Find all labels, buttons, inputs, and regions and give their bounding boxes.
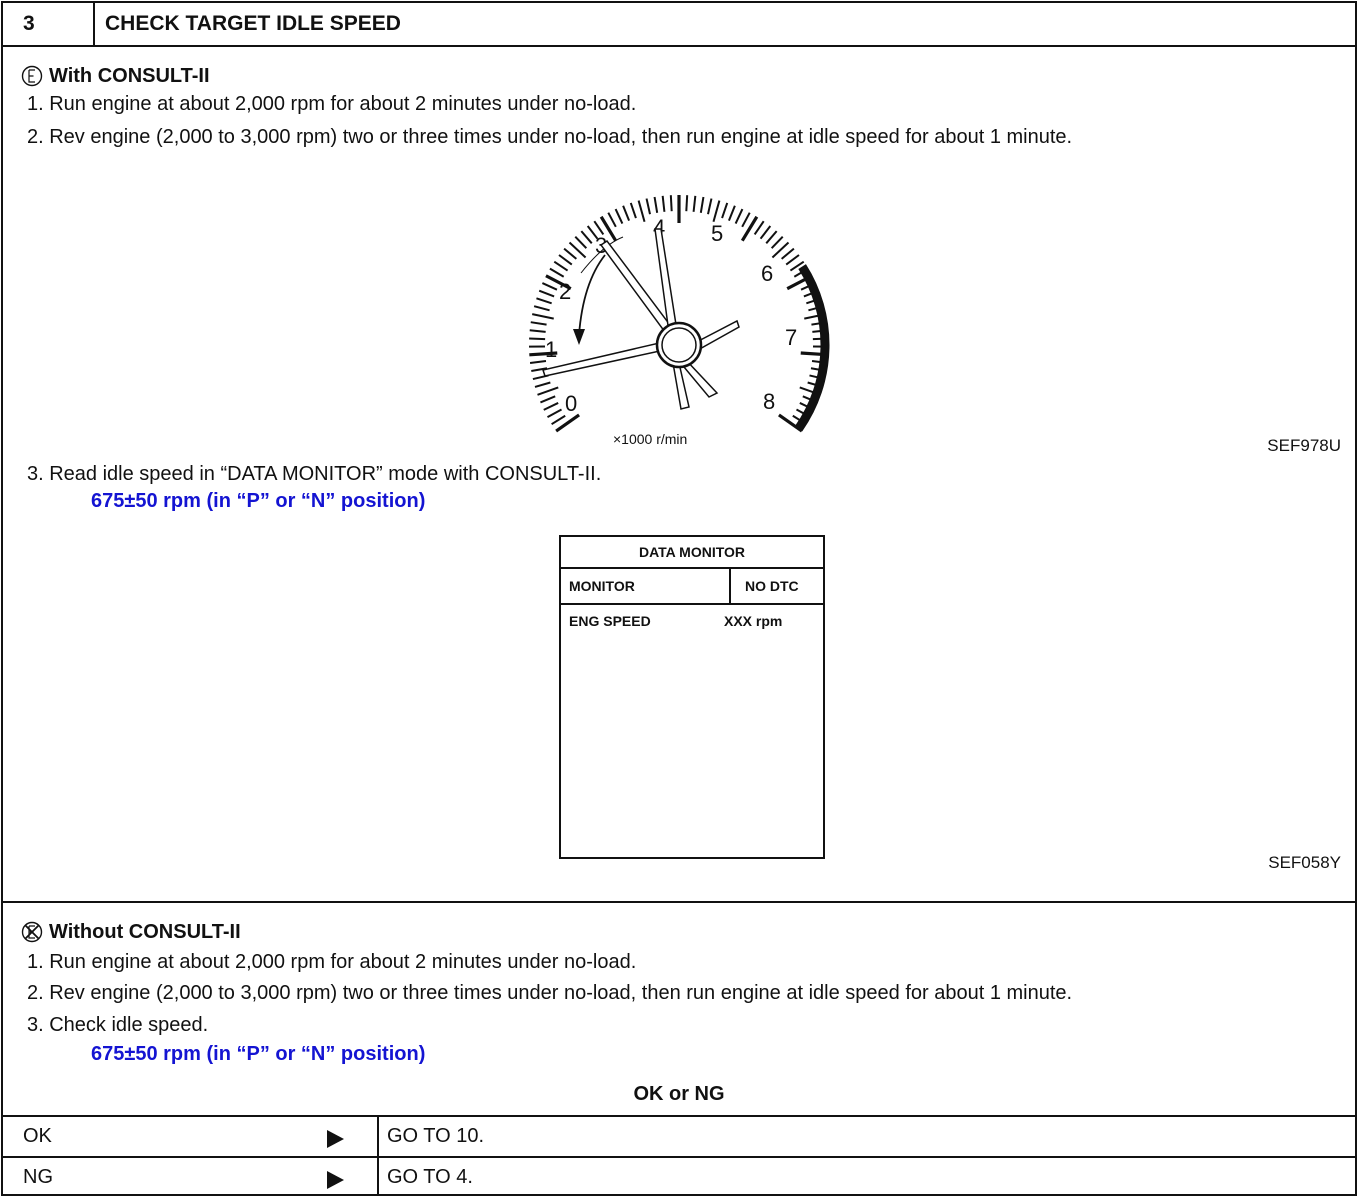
gauge-unit-label: ×1000 r/min	[613, 431, 688, 447]
gauge-tick	[536, 297, 552, 305]
data-monitor-screen: DATA MONITOR MONITOR NO DTC ENG SPEED XX…	[559, 535, 825, 859]
gauge-tick	[629, 202, 637, 219]
gauge-needle-low	[542, 340, 670, 377]
gauge-number-1: 1	[545, 337, 557, 362]
gauge-tick	[541, 282, 558, 291]
without-consult-step-1: 1. Run engine at about 2,000 rpm for abo…	[27, 951, 637, 973]
gauge-tick	[532, 313, 554, 320]
gauge-tick	[727, 205, 736, 222]
gauge-tick	[661, 195, 666, 212]
procedure-sheet: 3 CHECK TARGET IDLE SPEED With CONSULT-I…	[1, 1, 1357, 1196]
gauge-tick	[537, 386, 559, 396]
gauge-tick	[721, 202, 729, 219]
without-consult-heading: Without CONSULT-II	[49, 921, 241, 943]
data-monitor-item-value: XXX rpm	[724, 613, 783, 629]
no-consult-icon	[21, 921, 43, 943]
with-consult-step-2: 2. Rev engine (2,000 to 3,000 rpm) two o…	[27, 126, 1073, 148]
figure-code-gauge: SEF978U	[1267, 436, 1341, 455]
with-consult-heading: With CONSULT-II	[49, 65, 210, 87]
without-consult-step-3: 3. Check idle speed.	[27, 1014, 209, 1036]
without-consult-step-2: 2. Rev engine (2,000 to 3,000 rpm) two o…	[27, 982, 1073, 1004]
gauge-tick	[699, 196, 705, 213]
gauge-tick	[781, 247, 795, 260]
gauge-tick	[533, 305, 550, 312]
gauge-tick	[753, 220, 765, 235]
gauge-number-8: 8	[763, 389, 775, 414]
step-header: 3 CHECK TARGET IDLE SPEED	[3, 3, 1355, 47]
gauge-tick	[529, 360, 547, 364]
gauge-tick	[614, 208, 624, 224]
gauge-tick	[765, 230, 778, 244]
gauge-tick	[551, 414, 566, 426]
gauge-tick	[553, 260, 569, 272]
section-divider	[3, 901, 1355, 903]
with-consult-step-3: 3. Read idle speed in “DATA MONITOR” mod…	[27, 463, 602, 485]
gauge-tick	[734, 208, 744, 224]
gauge-number-2: 2	[559, 279, 571, 304]
gauge-tick	[558, 254, 573, 266]
result-row-divider-top	[3, 1115, 1355, 1117]
gauge-tick	[669, 195, 673, 212]
gauge-tick	[712, 200, 721, 222]
data-monitor-divider	[729, 569, 731, 603]
result-ng-destination: GO TO 4.	[387, 1166, 473, 1188]
gauge-number-0: 0	[565, 391, 577, 416]
gauge-tick	[540, 395, 556, 404]
without-consult-spec: 675±50 rpm (in “P” or “N” position)	[91, 1043, 426, 1065]
step-title: CHECK TARGET IDLE SPEED	[105, 12, 401, 35]
data-monitor-header-row: MONITOR NO DTC	[561, 569, 823, 605]
tachometer-illustration: 0 1 2 3 4 5 6 7 8	[528, 195, 830, 433]
gauge-sweep-arrowhead	[573, 329, 585, 345]
result-ng-arrow-icon	[327, 1171, 344, 1189]
gauge-tick	[740, 215, 759, 242]
gauge-number-5: 5	[711, 221, 723, 246]
step-number: 3	[3, 3, 95, 45]
gauge-tick	[529, 329, 546, 333]
result-ok-label: OK	[23, 1125, 52, 1147]
gauge-tick	[574, 235, 588, 249]
gauge-tick	[543, 402, 559, 411]
gauge-tick	[549, 267, 565, 278]
gauge-number-7: 7	[785, 325, 797, 350]
gauge-tick	[785, 254, 800, 266]
gauge-tick	[653, 196, 659, 213]
gauge-tick	[741, 212, 751, 228]
gauge-tick	[685, 195, 689, 212]
data-monitor-col-dtc: NO DTC	[745, 578, 799, 594]
gauge-tick	[534, 381, 551, 388]
gauge-tick	[580, 230, 593, 244]
data-monitor-col-monitor: MONITOR	[569, 578, 635, 594]
gauge-tick	[529, 337, 546, 341]
gauge-tick	[530, 321, 547, 326]
gauge-hub-inner	[661, 327, 697, 363]
result-ok-arrow-icon	[327, 1130, 344, 1148]
result-row-divider-mid	[3, 1156, 1355, 1158]
gauge-tick	[538, 289, 555, 298]
gauge-tick	[770, 235, 784, 249]
with-consult-spec: 675±50 rpm (in “P” or “N” position)	[91, 490, 426, 512]
result-ng-label: NG	[23, 1166, 53, 1188]
gauge-needle-sweep-arrow	[578, 254, 606, 336]
gauge-tick	[607, 212, 617, 228]
gauge-tick	[645, 198, 651, 215]
gauge-tick	[547, 408, 562, 419]
data-monitor-title: DATA MONITOR	[561, 537, 823, 569]
with-consult-step-1: 1. Run engine at about 2,000 rpm for abo…	[27, 93, 637, 115]
result-ok-destination: GO TO 10.	[387, 1125, 485, 1147]
figure-code-monitor: SEF058Y	[1268, 853, 1341, 872]
gauge-number-6: 6	[761, 261, 773, 286]
result-column-divider	[377, 1115, 379, 1196]
gauge-tick	[692, 195, 697, 212]
gauge-tick	[637, 200, 646, 222]
consult-icon	[21, 65, 43, 87]
gauge-tick	[555, 413, 580, 433]
gauge-tick	[622, 205, 631, 222]
result-heading: OK or NG	[633, 1083, 725, 1105]
data-monitor-item-name: ENG SPEED	[569, 613, 651, 629]
gauge-tick	[563, 247, 577, 260]
gauge-tick	[759, 225, 772, 240]
gauge-tick	[707, 198, 713, 215]
